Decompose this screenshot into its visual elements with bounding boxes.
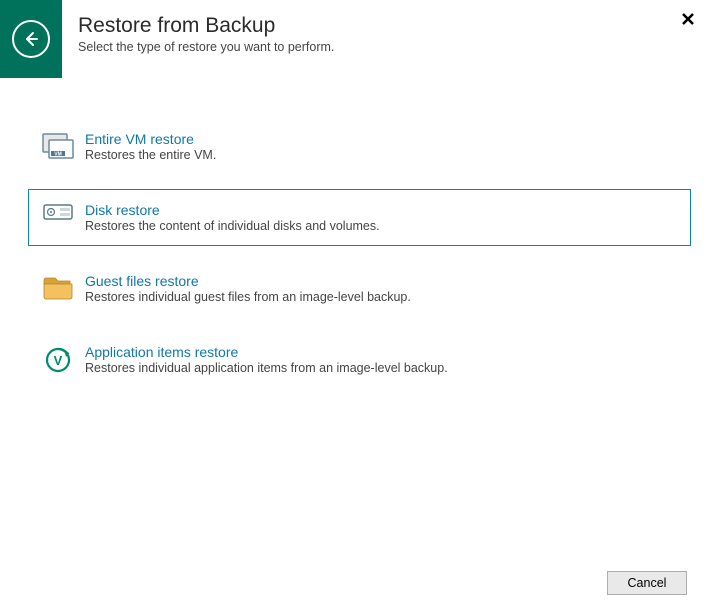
option-title: Disk restore [85, 202, 380, 218]
option-guest-files-restore[interactable]: Guest files restore Restores individual … [28, 260, 691, 317]
disk-icon [39, 204, 77, 220]
back-button[interactable] [0, 0, 62, 78]
vm-icon: VM [39, 133, 77, 161]
cancel-button[interactable]: Cancel [607, 571, 687, 595]
footer: Cancel [607, 571, 687, 595]
option-title: Guest files restore [85, 273, 411, 289]
app-restore-icon: V [39, 346, 77, 374]
svg-text:V: V [54, 353, 63, 368]
header: Restore from Backup Select the type of r… [0, 0, 709, 78]
option-desc: Restores the entire VM. [85, 148, 216, 162]
option-application-items-restore[interactable]: V Application items restore Restores ind… [28, 331, 691, 388]
svg-text:VM: VM [54, 152, 62, 158]
close-icon [681, 12, 695, 26]
restore-options-list: VM Entire VM restore Restores the entire… [28, 118, 691, 402]
option-title: Application items restore [85, 344, 448, 360]
option-disk-restore[interactable]: Disk restore Restores the content of ind… [28, 189, 691, 246]
option-entire-vm-restore[interactable]: VM Entire VM restore Restores the entire… [28, 118, 691, 175]
back-arrow-icon [12, 20, 50, 58]
option-desc: Restores individual application items fr… [85, 361, 448, 375]
option-title: Entire VM restore [85, 131, 216, 147]
option-desc: Restores individual guest files from an … [85, 290, 411, 304]
folder-icon [39, 275, 77, 301]
option-desc: Restores the content of individual disks… [85, 219, 380, 233]
page-subtitle: Select the type of restore you want to p… [78, 40, 334, 54]
page-title: Restore from Backup [78, 14, 334, 38]
close-button[interactable] [677, 8, 699, 35]
